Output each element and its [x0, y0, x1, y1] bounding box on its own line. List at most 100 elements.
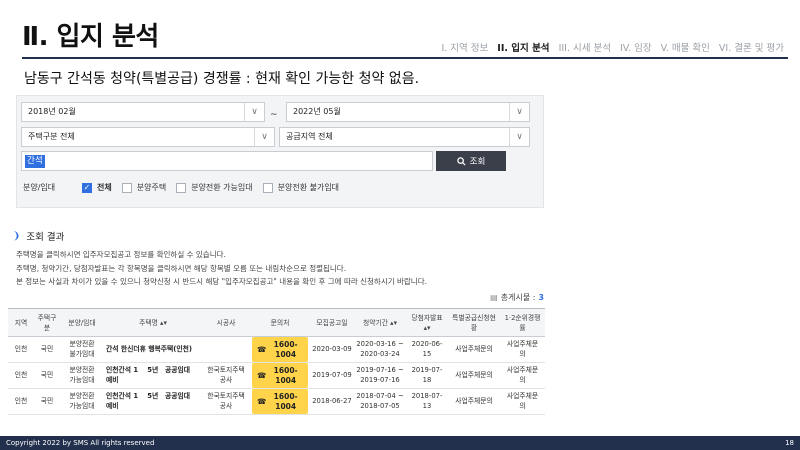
- cell-application-period: 2019-07-16 ~2019-07-16: [354, 362, 406, 389]
- table-row: 인천 국민 분양전환 불가임대 간석 한신더휴 행복주택(인천) ☎ 1600-1004 20…: [8, 336, 545, 363]
- col-header: 모집공고일: [310, 308, 354, 337]
- total-count: ▤ 총게시물 : 3: [490, 293, 544, 302]
- document-icon: ▤: [490, 293, 498, 302]
- checkbox-icon: [121, 182, 132, 193]
- headline: 남동구 간석동 청약(특별공급) 경쟁률 : 현재 확인 가능한 청약 없음.: [24, 71, 420, 87]
- search-button-label: 조회: [469, 157, 486, 167]
- cell-region: 인천: [8, 388, 34, 415]
- chevron-down-icon: ∨: [244, 103, 264, 121]
- cell-housing-name-link[interactable]: 인천간석 1 5년 공공임대 예비: [104, 388, 202, 415]
- cell-contact: ☎ 1600-1004: [250, 362, 310, 389]
- slide-title: Ⅱ. 입지 분석: [22, 22, 159, 52]
- cell-winner-date: 2019-07-18: [406, 362, 448, 389]
- cell-special-supply: 사업주체문의: [448, 388, 500, 415]
- contact-phone-badge[interactable]: ☎ 1600-1004: [252, 337, 308, 362]
- housing-type-value: 주택구분 전체: [28, 132, 75, 141]
- housing-type-select[interactable]: 주택구분 전체 ∨: [21, 127, 275, 147]
- date-from-value: 2018년 02월: [28, 107, 76, 116]
- cell-special-supply: 사업주체문의: [448, 336, 500, 363]
- col-header: 시공사: [202, 308, 250, 337]
- note-line: 주택명을 클릭하시면 입주자모집공고 정보를 확인하실 수 있습니다.: [16, 250, 226, 259]
- col-header: 문의처: [250, 308, 310, 337]
- cell-rank-competition: 사업주체문 의: [500, 362, 545, 389]
- section-nav: I. 지역 정보 II. 입지 분석 III. 시세 분석 IV. 임장 V. …: [441, 40, 784, 54]
- chevron-down-icon: ∨: [509, 128, 529, 146]
- region-select[interactable]: 공급지역 전체 ∨: [279, 127, 530, 147]
- chevron-down-icon: ∨: [509, 103, 529, 121]
- date-from-select[interactable]: 2018년 02월 ∨: [21, 102, 265, 122]
- title-divider: [22, 57, 788, 59]
- col-header: 분양/임대: [60, 308, 104, 337]
- col-header-sortable[interactable]: 청약기간 ▴▾: [354, 308, 406, 337]
- table-header-row: 지역 주택구분 분양/임대 주택명 ▴▾ 시공사 문의처 모집공고일 청약기간 …: [8, 308, 545, 337]
- filter-convertible-rent-checkbox[interactable]: 분양전환 가능임대: [176, 182, 253, 193]
- phone-icon: ☎: [257, 370, 267, 380]
- search-input[interactable]: 간석: [21, 151, 433, 171]
- nav-item-4[interactable]: IV. 임장: [620, 40, 652, 54]
- col-header-sortable[interactable]: 주택명 ▴▾: [104, 308, 202, 337]
- filter-sale-checkbox[interactable]: 분양주택: [121, 182, 166, 193]
- cell-contact: ☎ 1600-1004: [250, 336, 310, 363]
- search-button[interactable]: 조회: [436, 151, 506, 171]
- cell-supply-type: 분양전환 불가임대: [60, 336, 104, 363]
- contact-phone-badge[interactable]: ☎ 1600-1004: [252, 363, 308, 388]
- cell-winner-date: 2020-06-15: [406, 336, 448, 363]
- filter-nonconvertible-rent-checkbox[interactable]: 분양전환 불가임대: [262, 182, 339, 193]
- col-header: 지역: [8, 308, 34, 337]
- cell-builder: [202, 336, 250, 363]
- nav-item-6[interactable]: VI. 결론 및 평가: [719, 40, 784, 54]
- region-value: 공급지역 전체: [286, 132, 333, 141]
- cell-housing-type: 국민: [34, 336, 60, 363]
- results-heading: ❩ 조회 결과: [12, 230, 65, 244]
- bracket-icon: ❩: [12, 230, 21, 242]
- cell-housing-type: 국민: [34, 362, 60, 389]
- table-row: 인천 국민 분양전환 가능임대 인천간석 1 5년 공공임대 예비 한국토지주택 공사 ☎ 160…: [8, 388, 545, 415]
- cell-builder: 한국토지주택 공사: [202, 388, 250, 415]
- cell-application-period: 2020-03-16 ~2020-03-24: [354, 336, 406, 363]
- filter-label: 분양/임대: [23, 183, 56, 192]
- cell-supply-type: 분양전환 가능임대: [60, 388, 104, 415]
- col-header: 특별공급신청현황: [448, 308, 500, 337]
- nav-item-1[interactable]: I. 지역 정보: [441, 40, 488, 54]
- copyright: Copyright 2022 by SMS All rights reserve…: [6, 439, 155, 447]
- cell-builder: 한국토지주택 공사: [202, 362, 250, 389]
- cell-supply-type: 분양전환 가능임대: [60, 362, 104, 389]
- checkbox-icon: [262, 182, 273, 193]
- cell-housing-name-link[interactable]: 간석 한신더휴 행복주택(인천): [104, 336, 202, 363]
- cell-special-supply: 사업주체문의: [448, 362, 500, 389]
- phone-icon: ☎: [257, 396, 267, 406]
- nav-item-5[interactable]: V. 매물 확인: [661, 40, 710, 54]
- results-notes: 주택명을 클릭하시면 입주자모집공고 정보를 확인하실 수 있습니다. 주택명,…: [16, 248, 427, 289]
- results-table: 지역 주택구분 분양/임대 주택명 ▴▾ 시공사 문의처 모집공고일 청약기간 …: [8, 308, 545, 415]
- cell-notice-date: 2020-03-09: [310, 336, 354, 363]
- cell-notice-date: 2018-06-27: [310, 388, 354, 415]
- checkbox-icon: [176, 182, 187, 193]
- col-header: 주택구분: [34, 308, 60, 337]
- col-header: 1·2순위경쟁률: [500, 308, 545, 337]
- chevron-down-icon: ∨: [254, 128, 274, 146]
- checkmark-icon: ✓: [82, 182, 92, 193]
- cell-region: 인천: [8, 362, 34, 389]
- date-range-tilde: ~: [270, 110, 278, 120]
- cell-rank-competition: 사업주체문 의: [500, 388, 545, 415]
- cell-notice-date: 2019-07-09: [310, 362, 354, 389]
- page-number: 18: [785, 439, 794, 447]
- cell-application-period: 2018-07-04 ~2018-07-05: [354, 388, 406, 415]
- col-header-sortable[interactable]: 당첨자발표 ▴▾: [406, 308, 448, 337]
- date-to-select[interactable]: 2022년 05월 ∨: [286, 102, 530, 122]
- supply-filter-row: 분양/임대 ✓ 전체 분양주택 분양전환 가능임대 분양전환 불가임대: [23, 182, 349, 193]
- cell-winner-date: 2018-07-13: [406, 388, 448, 415]
- date-to-value: 2022년 05월: [293, 107, 341, 116]
- cell-housing-name-link[interactable]: 인천간석 1 5년 공공임대 예비: [104, 362, 202, 389]
- note-line: 본 정보는 사실과 차이가 있을 수 있으니 청약신청 시 반드시 해당 "입주…: [16, 277, 427, 286]
- cell-rank-competition: 사업주체문 의: [500, 336, 545, 363]
- nav-item-3[interactable]: III. 시세 분석: [559, 40, 611, 54]
- phone-icon: ☎: [257, 344, 267, 354]
- table-row: 인천 국민 분양전환 가능임대 인천간석 1 5년 공공임대 예비 한국토지주택 공사 ☎ 160…: [8, 362, 545, 389]
- cell-housing-type: 국민: [34, 388, 60, 415]
- filter-all-checkbox[interactable]: ✓ 전체: [82, 182, 112, 193]
- cell-contact: ☎ 1600-1004: [250, 388, 310, 415]
- note-line: 주택명, 청약기간, 당첨자발표는 각 항목명을 클릭하시면 해당 항목별 오름…: [16, 263, 347, 273]
- contact-phone-badge[interactable]: ☎ 1600-1004: [252, 389, 308, 414]
- nav-item-2-active[interactable]: II. 입지 분석: [497, 40, 549, 54]
